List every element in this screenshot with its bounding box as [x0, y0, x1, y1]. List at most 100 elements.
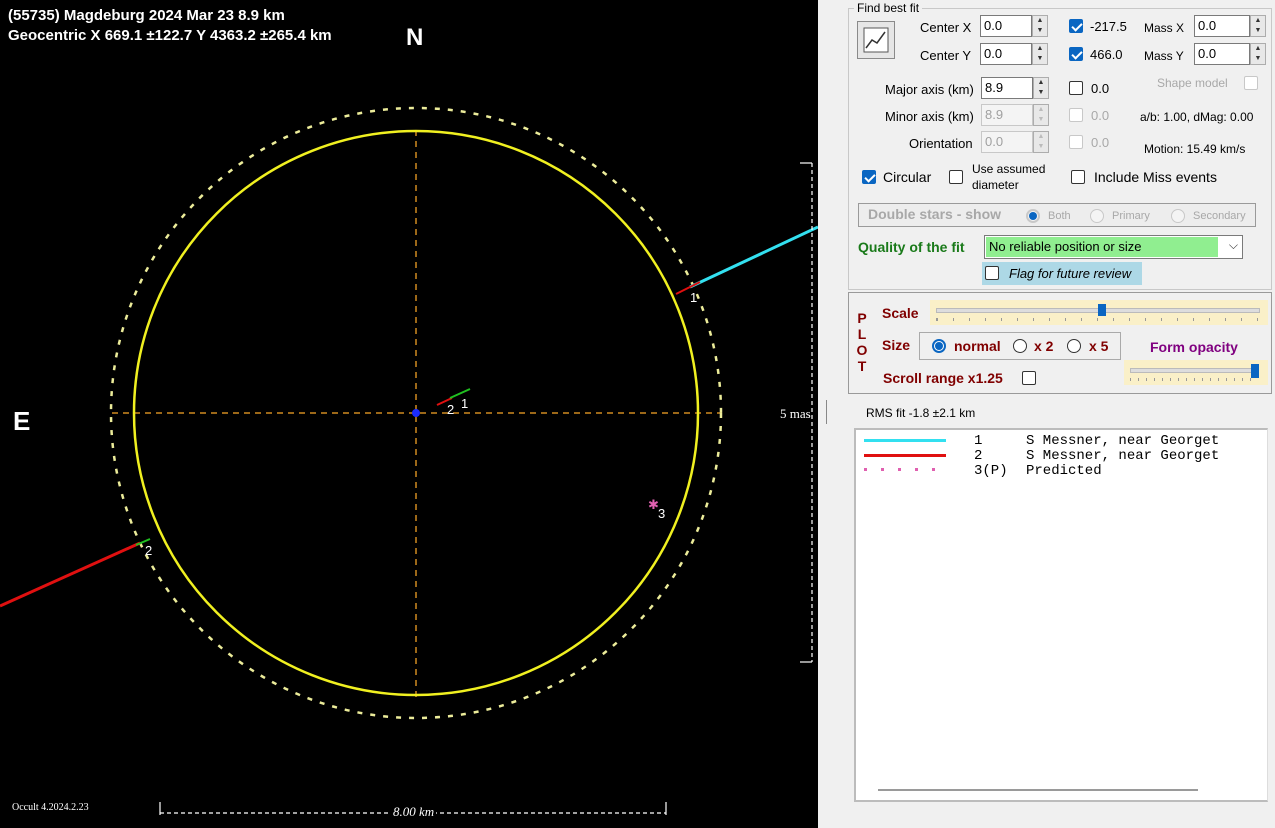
orientation-input[interactable]: 0.0	[981, 131, 1033, 153]
plot-title-line2: Geocentric X 669.1 ±122.7 Y 4363.2 ±265.…	[8, 27, 332, 44]
size-x5-label: x 5	[1089, 338, 1109, 354]
size-label: Size	[882, 337, 911, 353]
rms-fit-text: RMS fit -1.8 ±2.1 km	[866, 406, 976, 420]
size-normal-radio[interactable]	[932, 339, 946, 353]
mass-x-label: Mass X	[1144, 21, 1185, 35]
legend-text-1: S Messner, near Georget	[1026, 433, 1220, 449]
major-axis-spinner[interactable]: ▲ ▼	[1033, 77, 1049, 99]
legend-num-1: 1	[974, 433, 983, 449]
legend-line-2	[864, 454, 946, 457]
secondary-radio[interactable]	[1171, 209, 1185, 223]
center-y-spinner[interactable]: ▲ ▼	[1032, 43, 1048, 65]
mass-x-input[interactable]: 0.0	[1194, 15, 1250, 37]
quality-label: Quality of the fit	[858, 239, 965, 255]
mass-y-input[interactable]: 0.0	[1194, 43, 1250, 65]
chord-label: 1	[461, 396, 469, 411]
minor-axis-input[interactable]: 8.9	[981, 104, 1033, 126]
chord-label: 2	[447, 402, 455, 417]
center-point	[412, 409, 420, 417]
circular-checkbox[interactable]	[862, 170, 876, 184]
mass-x-spinner[interactable]: ▲ ▼	[1250, 15, 1266, 37]
fit-button[interactable]	[857, 21, 895, 59]
minor-check-value: 0.0	[1091, 108, 1110, 123]
scroll-range-checkbox[interactable]	[1022, 371, 1036, 385]
shape-model-checkbox[interactable]	[1244, 76, 1258, 90]
center-y-checkbox[interactable]	[1069, 47, 1083, 61]
center-y-input[interactable]: 0.0	[980, 43, 1032, 65]
scroll-range-label: Scroll range x1.25	[883, 370, 1003, 386]
opacity-slider[interactable]	[1124, 360, 1268, 385]
motion-text: Motion: 15.49 km/s	[1144, 142, 1246, 156]
include-miss-checkbox[interactable]	[1071, 170, 1085, 184]
legend-text-2: S Messner, near Georget	[1026, 448, 1220, 464]
orientation-label: Orientation	[909, 136, 973, 151]
legend-line-3	[864, 468, 946, 471]
major-check-value: 0.0	[1091, 81, 1110, 96]
center-x-label: Center X	[920, 20, 972, 35]
km-scale-label: 8.00 km	[391, 804, 437, 820]
both-label: Both	[1048, 210, 1071, 222]
occultation-plot[interactable]: ✱ (55735) Magdeburg 2024 Mar 23 8.9 km G…	[0, 0, 818, 828]
quality-dropdown[interactable]: No reliable position or size ⌵	[984, 235, 1243, 259]
version-label: Occult 4.2024.2.23	[12, 802, 89, 813]
legend-scrollbar[interactable]	[878, 789, 1198, 791]
quality-value: No reliable position or size	[986, 237, 1218, 257]
include-miss-label: Include Miss events	[1094, 169, 1217, 185]
size-x5-radio[interactable]	[1067, 339, 1081, 353]
major-axis-checkbox[interactable]	[1069, 81, 1083, 95]
legend-line-1	[864, 439, 946, 442]
plot-vertical-label: PLOT	[856, 310, 868, 374]
chord-label: 2	[145, 543, 153, 558]
legend-text-3: Predicted	[1026, 463, 1102, 479]
mas-scale-label: 5 mas	[780, 406, 811, 421]
minor-axis-checkbox[interactable]	[1069, 108, 1083, 122]
double-stars-label: Double stars - show	[868, 206, 1002, 222]
scale-slider-thumb[interactable]	[1098, 304, 1106, 316]
primary-label: Primary	[1112, 210, 1150, 222]
chevron-down-icon: ⌵	[1228, 238, 1238, 252]
center-y-label: Center Y	[920, 48, 972, 63]
chord-2-line	[0, 541, 141, 608]
flag-review-checkbox[interactable]	[985, 266, 999, 280]
minor-axis-spinner[interactable]: ▲ ▼	[1033, 104, 1049, 126]
assumed-diameter-checkbox[interactable]	[949, 170, 963, 184]
east-label: E	[13, 406, 31, 436]
scale-label: Scale	[882, 305, 919, 321]
splitter[interactable]	[826, 400, 827, 424]
center-x-spinner[interactable]: ▲ ▼	[1032, 15, 1048, 37]
ab-text: a/b: 1.00, dMag: 0.00	[1140, 110, 1254, 124]
center-x-input[interactable]: 0.0	[980, 15, 1032, 37]
legend-list[interactable]: 1 S Messner, near Georget 2 S Messner, n…	[854, 428, 1268, 802]
chord-1-line	[689, 225, 818, 289]
orientation-checkbox[interactable]	[1069, 135, 1083, 149]
center-y-check-value: 466.0	[1090, 47, 1123, 62]
size-x2-label: x 2	[1034, 338, 1054, 354]
legend-num-3: 3(P)	[974, 463, 1008, 479]
primary-radio[interactable]	[1090, 209, 1104, 223]
control-panel: Find best fit Center X 0.0 ▲ ▼ -217.5 Mas…	[818, 0, 1275, 828]
north-label: N	[406, 24, 424, 51]
mass-y-spinner[interactable]: ▲ ▼	[1250, 43, 1266, 65]
size-normal-label: normal	[954, 338, 1001, 354]
plot-canvas: ✱	[0, 106, 818, 815]
major-axis-input[interactable]: 8.9	[981, 77, 1033, 99]
both-radio[interactable]	[1026, 209, 1040, 223]
opacity-slider-thumb[interactable]	[1251, 364, 1259, 378]
legend-num-2: 2	[974, 448, 983, 464]
major-axis-label: Major axis (km)	[885, 82, 974, 97]
find-best-fit-title: Find best fit	[854, 1, 923, 15]
flag-review-label: Flag for future review	[1009, 266, 1132, 281]
scale-slider[interactable]	[930, 300, 1268, 325]
form-opacity-label: Form opacity	[1150, 339, 1238, 355]
mass-y-label: Mass Y	[1144, 49, 1184, 63]
plot-title-line1: (55735) Magdeburg 2024 Mar 23 8.9 km	[8, 7, 285, 24]
orientation-spinner[interactable]: ▲ ▼	[1033, 131, 1049, 153]
center-x-check-value: -217.5	[1090, 19, 1127, 34]
shape-model-label: Shape model	[1157, 76, 1228, 90]
center-x-checkbox[interactable]	[1069, 19, 1083, 33]
chord-label: 1	[690, 290, 698, 305]
orient-check-value: 0.0	[1091, 135, 1110, 150]
chord-label: 3	[658, 506, 666, 521]
size-x2-radio[interactable]	[1013, 339, 1027, 353]
circular-label: Circular	[883, 169, 932, 185]
